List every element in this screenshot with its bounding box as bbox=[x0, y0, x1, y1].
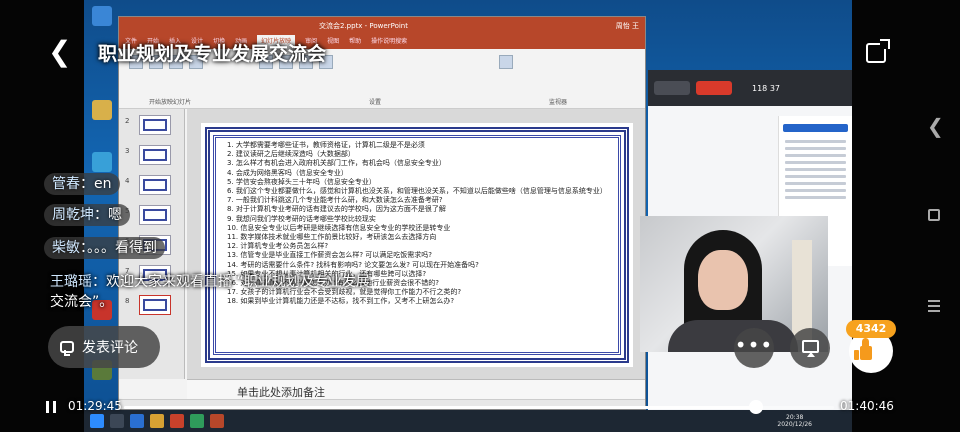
question-item: 1. 大学都需要考哪些证书，教师资格证，计算机二级是不是必须 bbox=[227, 141, 425, 149]
windows-taskbar: 20:38 2020/12/26 bbox=[84, 410, 852, 432]
comment-item: 周乾坤：嗯 bbox=[44, 204, 130, 226]
question-item: 6. 我们这个专业都要做什么，感觉和计算机也没关系，和管理也没关系，不知道以后能… bbox=[227, 187, 607, 196]
thumb-number: 4 bbox=[125, 177, 130, 185]
taskbar-app-icon bbox=[210, 414, 224, 428]
question-item: 7. 一般我们计科跳这几个专业能考什么研，和大数读怎么去准备考研? bbox=[227, 196, 443, 205]
post-comment-label: 发表评论 bbox=[82, 340, 138, 356]
ppt-search[interactable]: 操作说明搜索 bbox=[371, 35, 407, 49]
thumbs-up-icon bbox=[854, 338, 872, 360]
slide-thumbnail[interactable] bbox=[139, 205, 171, 225]
comment-text: 。。。看得到 bbox=[87, 240, 157, 256]
taskbar-app-icon bbox=[110, 414, 124, 428]
comment-user: 周乾坤 bbox=[52, 207, 94, 223]
ribbon-group-caption: 设置 bbox=[369, 99, 382, 106]
progress-track[interactable] bbox=[124, 406, 834, 409]
question-item: 11. 数字媒体技术就业哪些工作前景比较好，考研该怎么去选择方向 bbox=[227, 233, 437, 242]
question-item: 5. 学信安会熬夜掉头三十年吗（信息安全专业） bbox=[227, 177, 376, 186]
total-time: 01:40:46 bbox=[840, 399, 894, 413]
comment-user: 管春 bbox=[52, 176, 80, 192]
comment-item: 柴敏：。。。看得到 bbox=[44, 237, 165, 259]
ppt-tab[interactable]: 视图 bbox=[327, 35, 339, 49]
cast-icon bbox=[802, 340, 819, 357]
post-comment-button[interactable]: 发表评论 bbox=[48, 326, 160, 368]
ppt-user: 周怡 王 bbox=[615, 22, 639, 30]
video-title: 职业规划及专业发展交流会 bbox=[98, 43, 327, 65]
comment-text: 嗯 bbox=[108, 207, 122, 223]
announcement-user: 王璐瑶 bbox=[50, 274, 92, 290]
more-options-button[interactable]: ••• bbox=[734, 328, 774, 368]
question-item: 10. 信息安全专业以后考研是继续选择有信息安全专业的学校还是转专业 bbox=[227, 223, 451, 232]
monitor-icon[interactable] bbox=[499, 55, 513, 69]
thumb-number: 3 bbox=[125, 147, 130, 155]
question-item: 13. 信管专业是毕业直接工作薪资会怎么样? 可以满足吃饭需求吗? bbox=[227, 251, 433, 260]
taskbar-app-icon bbox=[150, 414, 164, 428]
desktop-icon bbox=[92, 6, 112, 26]
slide-thumbnail[interactable] bbox=[139, 175, 171, 195]
question-item: 8. 对于计算机专业考研的话有建议去的学校吗，因为这方面不是很了解 bbox=[227, 205, 446, 214]
question-item: 2. 建议读研之后继续深造吗（大数据部） bbox=[227, 150, 355, 159]
nav-home-icon[interactable] bbox=[928, 209, 940, 221]
taskbar-clock: 20:38 2020/12/26 bbox=[777, 414, 812, 428]
start-icon bbox=[90, 414, 104, 428]
share-icon[interactable] bbox=[866, 39, 890, 63]
slide-editor: 1. 大学都需要考哪些证书，教师资格证，计算机二级是不是必须 2. 建议读研之后… bbox=[187, 109, 645, 379]
nav-menu-icon[interactable] bbox=[928, 300, 940, 315]
meeting-button[interactable] bbox=[654, 81, 690, 95]
meeting-toolbar: 118 37 bbox=[648, 70, 852, 106]
taskbar-app-icon bbox=[130, 414, 144, 428]
nav-back-icon[interactable]: ❮ bbox=[927, 116, 944, 136]
question-item: 12. 计算机专业考公务员怎么样? bbox=[227, 242, 329, 251]
taskbar-app-icon bbox=[190, 414, 204, 428]
meeting-stats: 118 37 bbox=[752, 83, 780, 93]
comment-user: 柴敏 bbox=[52, 240, 80, 256]
ribbon-group-monitor bbox=[499, 55, 519, 71]
taskbar-app-icon bbox=[170, 414, 184, 428]
question-item: 3. 怎么样才有机会进入政府机关部门工作，有机会吗（信息安全专业） bbox=[227, 159, 446, 168]
like-count-badge: 4342 bbox=[846, 320, 896, 338]
ppt-titlebar: 交流会2.pptx - PowerPoint 周怡 王 bbox=[119, 17, 645, 35]
cast-screen-button[interactable] bbox=[790, 328, 830, 368]
ppt-window-title: 交流会2.pptx - PowerPoint bbox=[319, 22, 408, 30]
progress-fill bbox=[124, 406, 757, 409]
slide-thumbnail[interactable] bbox=[139, 115, 171, 135]
powerpoint-window: 交流会2.pptx - PowerPoint 周怡 王 文件 开始 插入 设计 … bbox=[118, 16, 646, 410]
comment-text: en bbox=[94, 176, 112, 192]
current-slide: 1. 大学都需要考哪些证书，教师资格证，计算机二级是不是必须 2. 建议读研之后… bbox=[201, 123, 633, 367]
current-time: 01:29:45 bbox=[68, 399, 122, 413]
ppt-tab[interactable]: 帮助 bbox=[349, 35, 361, 49]
meeting-button-red[interactable] bbox=[696, 81, 732, 95]
question-item: 9. 我想问我们学校考研的话考哪些学校比较现实 bbox=[227, 214, 376, 223]
back-arrow-icon[interactable]: ❮ bbox=[48, 38, 72, 66]
desktop-icon bbox=[92, 100, 112, 120]
slide-thumbnail[interactable] bbox=[139, 145, 171, 165]
comment-item: 管春：en bbox=[44, 173, 120, 195]
comment-icon bbox=[60, 341, 74, 356]
live-replay-player: 交流会2.pptx - PowerPoint 周怡 王 文件 开始 插入 设计 … bbox=[0, 0, 960, 432]
desktop-icon bbox=[92, 152, 112, 172]
thumb-number: 2 bbox=[125, 117, 130, 125]
notes-pane[interactable]: 单击此处添加备注 bbox=[187, 379, 645, 401]
question-item: 14. 考研的话需要什么条件? 找科有影响吗? 论文要怎么发? 可以现在开始准备… bbox=[227, 260, 479, 269]
ribbon-group-caption: 监视器 bbox=[549, 99, 568, 106]
announcement-text: ：欢迎大家来观看直播 “职业规划及专业发展交流会”。 bbox=[50, 274, 370, 310]
pause-icon[interactable] bbox=[46, 401, 56, 413]
notes-placeholder: 单击此处添加备注 bbox=[237, 386, 325, 399]
host-announcement: 王璐瑶：欢迎大家来观看直播 “职业规划及专业发展交流会”。 bbox=[50, 272, 370, 312]
ribbon-group-caption: 开始放映幻灯片 bbox=[149, 99, 192, 106]
question-item: 4. 会成为网络黑客吗（信息安全专业） bbox=[227, 168, 348, 177]
